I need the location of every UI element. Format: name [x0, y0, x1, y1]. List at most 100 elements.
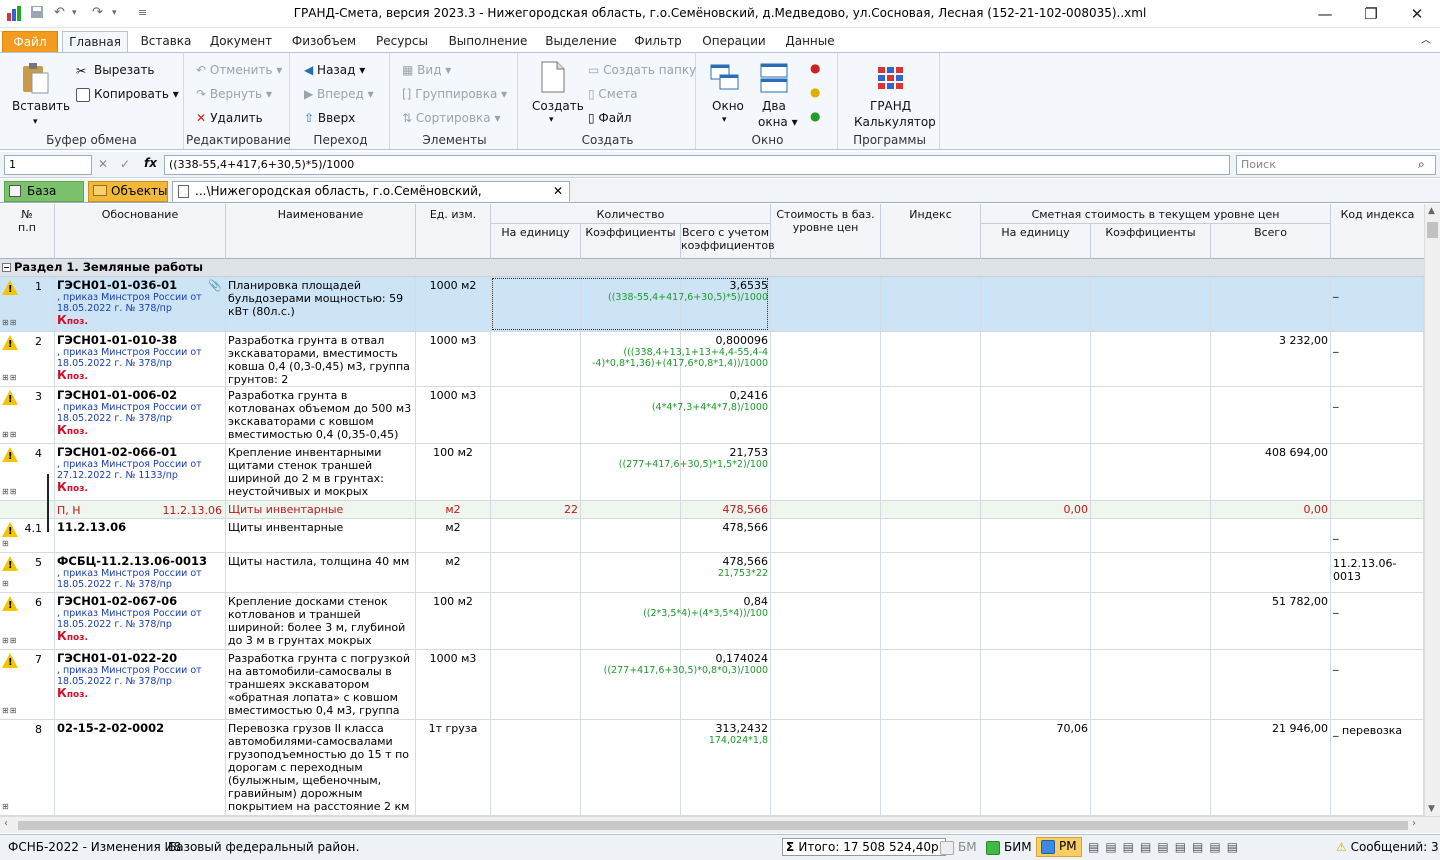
expand-icons[interactable]: ⊞	[2, 800, 10, 813]
cell-col-10[interactable]	[1091, 277, 1211, 331]
resource-row[interactable]: П, Н 11.2.13.06 Щиты инвентарные м2 22 478,56…	[0, 501, 1424, 519]
cell-col-2[interactable]: Крепление инвентарными щитами стенок тра…	[226, 444, 416, 500]
cell-col-11[interactable]	[1211, 387, 1331, 443]
basis-code[interactable]: ФСБЦ-11.2.13.06-0013	[57, 555, 223, 568]
status-normative-base[interactable]: ФСНБ-2022 - Изменения И8	[8, 840, 181, 854]
basis-reference[interactable]: , приказ Минстроя России от 18.05.2022 г…	[57, 292, 223, 314]
save-icon[interactable]	[30, 5, 44, 23]
cell-col-9[interactable]	[981, 553, 1091, 592]
expand-icons[interactable]: ⊞⊞	[2, 485, 17, 498]
close-icon[interactable]: ✕	[1394, 0, 1440, 28]
sorting-button[interactable]: ⇅ Сортировка ▾	[402, 111, 500, 125]
calculator-button[interactable]: ГРАНД	[870, 99, 911, 113]
expand-icons[interactable]: ⊞⊞	[2, 634, 17, 647]
cell-col-7[interactable]	[771, 650, 881, 719]
cell-col-10[interactable]	[1091, 650, 1211, 719]
horizontal-scrollbar[interactable]: ‹ ›	[0, 816, 1440, 833]
cell-col-11[interactable]	[1211, 519, 1331, 552]
header-qty-total[interactable]: Всего с учетом коэффициентов	[681, 224, 775, 259]
up-button[interactable]: ⇧ Вверх	[304, 111, 355, 125]
header-current-cost[interactable]: Сметная стоимость в текущем уровне цен	[981, 204, 1331, 224]
formula-input[interactable]: ((338-55,4+417,6+30,5)*5)/1000	[164, 155, 1230, 175]
expand-icons[interactable]: ⊞⊞	[2, 704, 17, 717]
cell-col-7[interactable]	[771, 387, 881, 443]
basis-code[interactable]: ГЭСН01-01-006-02	[57, 389, 223, 402]
basis-code[interactable]: ГЭСН01-01-036-01	[57, 279, 223, 292]
k-poz-badge[interactable]: Кпоз.	[57, 630, 223, 645]
create-button[interactable]: Создать	[532, 99, 584, 113]
search-input[interactable]: Поиск	[1236, 155, 1436, 175]
two-windows-button[interactable]: Два	[762, 99, 786, 113]
basis-code[interactable]: ГЭСН01-02-066-01	[57, 446, 223, 459]
maximize-icon[interactable]: ❐	[1348, 0, 1394, 28]
status-rm[interactable]: РМ	[1036, 837, 1082, 857]
table-row[interactable]: ! 6 ⊞⊞ ГЭСН01-02-067-06, приказ Минстроя Ро…	[0, 593, 1424, 650]
header-qty-per-unit[interactable]: На единицу	[491, 224, 581, 259]
estimate-button[interactable]: ▯ Смета	[588, 87, 638, 101]
status-more[interactable]: ...	[348, 840, 359, 854]
cell-col-3[interactable]: м2	[416, 501, 491, 518]
cell-col-11[interactable]	[1211, 553, 1331, 592]
window-icon[interactable]	[710, 63, 740, 96]
basis-reference[interactable]: , приказ Минстроя России от 18.05.2022 г…	[57, 568, 223, 590]
cell-col-1[interactable]: П, Н 11.2.13.06	[55, 501, 226, 518]
tab-data[interactable]: Данные	[778, 31, 842, 53]
file-button[interactable]: ▯ Файл	[588, 111, 632, 125]
tab-execution[interactable]: Выполнение	[442, 31, 534, 53]
cell-col-1[interactable]: ГЭСН01-01-006-02, приказ Минстроя России…	[55, 387, 226, 443]
table-row[interactable]: ! 2 ⊞⊞ ГЭСН01-01-010-38, приказ Минстроя Ро…	[0, 332, 1424, 387]
status-region[interactable]: Базовый федеральный район	[168, 840, 355, 854]
cell-col-3[interactable]: 1000 м3	[416, 650, 491, 719]
qty-block[interactable]: 478,566	[491, 519, 769, 534]
cell-col-7[interactable]	[771, 444, 881, 500]
tab-base[interactable]: База	[4, 181, 84, 202]
scroll-up-icon[interactable]: ▲	[1428, 206, 1435, 216]
cell-col-1[interactable]: ГЭСН01-02-067-06, приказ Минстроя России…	[55, 593, 226, 649]
cell-col-2[interactable]: Разработка грунта в котлованах объемом д…	[226, 387, 416, 443]
copy-button[interactable]: Копировать ▾	[76, 87, 179, 102]
two-windows-icon[interactable]	[760, 63, 788, 96]
tab-file[interactable]: Файл	[2, 31, 58, 53]
header-index-code[interactable]: Код индекса	[1331, 204, 1424, 259]
cell-col-2[interactable]: Разработка грунта с погрузкой на автомоб…	[226, 650, 416, 719]
k-poz-badge[interactable]: Кпоз.	[57, 314, 223, 329]
cell-col-7[interactable]	[771, 593, 881, 649]
header-quantity[interactable]: Количество	[491, 204, 771, 224]
cell-col-12[interactable]: _	[1331, 277, 1424, 331]
cell-col-11[interactable]: 21 946,00	[1211, 720, 1331, 815]
cell-col-8[interactable]	[881, 444, 981, 500]
expand-icons[interactable]: ⊞	[2, 537, 10, 550]
back-button[interactable]: ◀ Назад ▾	[304, 63, 365, 77]
cell-col-11[interactable]: 0,00	[1211, 501, 1331, 518]
tab-physical-volume[interactable]: Физобъем	[284, 31, 364, 53]
table-row[interactable]: ! 4 ⊞⊞ ГЭСН01-02-066-01, приказ Минстроя Ро…	[0, 444, 1424, 501]
calculator-icon[interactable]	[876, 65, 906, 94]
tab-document[interactable]: Документ	[204, 31, 278, 53]
cell-col-10[interactable]	[1091, 332, 1211, 386]
status-bm[interactable]: БМ	[940, 840, 977, 855]
tab-filter[interactable]: Фильтр	[628, 31, 688, 53]
cell-col-10[interactable]	[1091, 444, 1211, 500]
basis-code[interactable]: 02-15-2-02-0002	[57, 722, 223, 735]
header-basis[interactable]: Обоснование	[55, 204, 226, 259]
k-poz-badge[interactable]: Кпоз.	[57, 687, 223, 702]
cell-col-2[interactable]: Разработка грунта в отвал экскаваторами,…	[226, 332, 416, 386]
qty-block[interactable]: 0,174024 ((277+417,6+30,5)*0,8*0,3)/1000	[491, 650, 769, 676]
tab-insert[interactable]: Вставка	[134, 31, 198, 53]
qty-block[interactable]: 0,2416 (4*4*7,3+4*4*7,8)/1000	[491, 387, 769, 413]
cell-col-9[interactable]: 0,00	[981, 501, 1091, 518]
tab-objects[interactable]: Объекты	[88, 181, 168, 202]
header-name[interactable]: Наименование	[226, 204, 416, 259]
status-messages[interactable]: ⚠ Сообщений: 3	[1336, 840, 1439, 854]
k-poz-badge[interactable]: Кпоз.	[57, 481, 223, 496]
create-dropdown-icon[interactable]: ▾	[549, 115, 554, 125]
basis-reference[interactable]: , приказ Минстроя России от 18.05.2022 г…	[57, 608, 223, 630]
forward-button[interactable]: ▶ Вперед ▾	[304, 87, 374, 101]
tab-home[interactable]: Главная	[62, 31, 128, 53]
qty-block[interactable]: 478,566 21,753*22	[491, 553, 769, 579]
cell-col-12[interactable]: _	[1331, 519, 1424, 552]
cell-col-9[interactable]	[981, 387, 1091, 443]
basis-code[interactable]: ГЭСН01-01-022-20	[57, 652, 223, 665]
header-number[interactable]: № п.п	[0, 204, 55, 259]
cancel-icon[interactable]: ✕	[98, 157, 108, 171]
